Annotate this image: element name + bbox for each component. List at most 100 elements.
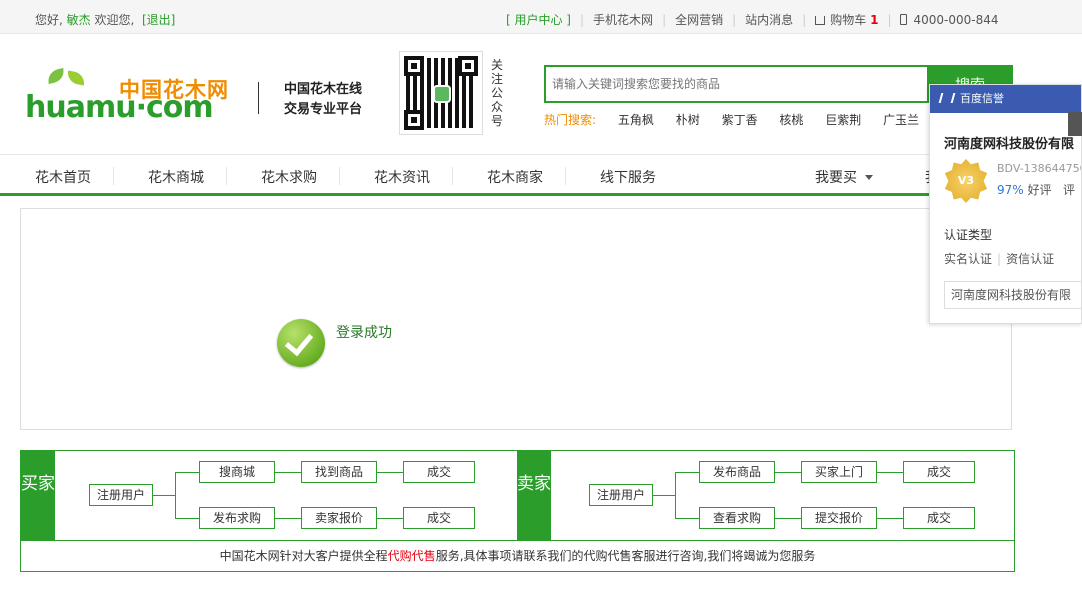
messages-link[interactable]: 站内消息 bbox=[745, 11, 793, 28]
buyer-label: 买家 bbox=[21, 451, 55, 540]
mobile-site-link[interactable]: 手机花木网 bbox=[593, 11, 653, 28]
qr-code bbox=[399, 51, 483, 135]
seller-step-box: 发布商品 bbox=[699, 461, 775, 483]
hot-keyword[interactable]: 广玉兰 bbox=[883, 113, 919, 127]
nav-item-offline[interactable]: 线下服务 bbox=[600, 167, 656, 187]
note-prefix: 中国花木网针对大客户提供全程 bbox=[219, 549, 388, 563]
nav-item-merchants[interactable]: 花木商家 bbox=[487, 167, 543, 187]
buyer-step-box: 找到商品 bbox=[301, 461, 377, 483]
qr-caption: 关注公众号 bbox=[491, 58, 504, 128]
agency-service-link[interactable]: 代购代售 bbox=[388, 549, 436, 563]
logo-en: huamu·com bbox=[25, 90, 214, 125]
buyer-step-box: 卖家报价 bbox=[301, 507, 377, 529]
cert-types: 实名认证 | 资信认证 bbox=[944, 250, 1054, 267]
seller-step-box: 买家上门 bbox=[801, 461, 877, 483]
buyer-step-box: 搜商城 bbox=[199, 461, 275, 483]
leaf-icon bbox=[45, 67, 67, 85]
seller-register-box: 注册用户 bbox=[589, 484, 653, 506]
cart-icon bbox=[815, 16, 826, 25]
rating: 97% 好评 评 bbox=[997, 181, 1075, 198]
flow-line bbox=[153, 495, 175, 496]
divider: | bbox=[662, 12, 667, 27]
hot-keyword[interactable]: 五角枫 bbox=[618, 113, 654, 127]
note-suffix: 服务,具体事项请联系我们的代购代售客服进行咨询,我们将竭诚为您服务 bbox=[435, 549, 816, 563]
logout-link[interactable]: [退出] bbox=[142, 13, 175, 27]
site-logo[interactable]: 中国花木网 huamu·com bbox=[25, 67, 240, 125]
hot-keyword[interactable]: 核桃 bbox=[779, 113, 803, 127]
cart-link[interactable]: 购物车 1 bbox=[815, 11, 878, 28]
rating-percent: 97% bbox=[997, 183, 1024, 197]
nav-buy-label: 我要买 bbox=[815, 170, 857, 186]
phone-number: 4000-000-844 bbox=[913, 12, 999, 27]
main-nav: 花木首页 花木商城 花木求购 花木资讯 花木商家 线下服务 我要买 我 bbox=[0, 154, 1082, 196]
qr-corner bbox=[458, 56, 478, 76]
rating-more: 评 bbox=[1062, 183, 1075, 197]
baidu-credit-widget[interactable]: 百度信誉 河南度网科技股份有限 V3 BDV-138644750 97% 好评 … bbox=[929, 84, 1082, 324]
flow-line bbox=[275, 518, 301, 519]
logo-divider bbox=[258, 82, 259, 114]
seller-step-box: 成交 bbox=[903, 461, 975, 483]
flow-line bbox=[877, 472, 903, 473]
buyer-step-box: 成交 bbox=[403, 507, 475, 529]
phone-icon bbox=[900, 13, 908, 25]
flow-line bbox=[175, 518, 199, 519]
qr-corner bbox=[404, 56, 424, 76]
wechat-icon bbox=[433, 85, 451, 103]
flow-line bbox=[377, 472, 403, 473]
divider: | bbox=[887, 12, 892, 27]
top-links: [ 用户中心 ] | 手机花木网 | 全网营销 | 站内消息 | 购物车 1 |… bbox=[506, 11, 999, 28]
nav-divider bbox=[226, 167, 227, 185]
qr-corner bbox=[404, 110, 424, 130]
agency-service-note: 中国花木网针对大客户提供全程代购代售服务,具体事项请联系我们的代购代售客服进行咨… bbox=[21, 540, 1014, 571]
top-bar: 您好, 敏杰 欢迎您, [退出] [ 用户中心 ] | 手机花木网 | 全网营销… bbox=[0, 0, 1082, 34]
user-center-link[interactable]: [ 用户中心 ] bbox=[506, 11, 571, 28]
nav-divider bbox=[113, 167, 114, 185]
company-name: 河南度网科技股份有限 bbox=[944, 137, 1075, 152]
divider: | bbox=[732, 12, 737, 27]
divider: | bbox=[997, 252, 1002, 266]
username-link[interactable]: 敏杰 bbox=[67, 13, 91, 27]
hot-keyword[interactable]: 紫丁香 bbox=[722, 113, 758, 127]
flow-line bbox=[675, 472, 699, 473]
bdv-number: BDV-138644750 bbox=[997, 162, 1082, 175]
hot-keyword[interactable]: 巨紫荆 bbox=[825, 113, 861, 127]
slogan-line-1: 中国花木在线 bbox=[284, 82, 363, 97]
cert-credit: 资信认证 bbox=[1006, 252, 1055, 266]
baidu-credit-header: 百度信誉 bbox=[930, 85, 1081, 113]
nav-item-news[interactable]: 花木资讯 bbox=[374, 167, 430, 187]
buyer-register-box: 注册用户 bbox=[89, 484, 153, 506]
flow-line bbox=[675, 518, 699, 519]
flow-line bbox=[775, 518, 801, 519]
trade-flow: 买家 注册用户 搜商城 找到商品 成交 发布求购 卖家报价 成交 卖家 注册用户… bbox=[20, 450, 1015, 572]
buyer-step-box: 发布求购 bbox=[199, 507, 275, 529]
flow-line bbox=[653, 495, 675, 496]
flow-line bbox=[175, 472, 199, 473]
nav-buy-dropdown[interactable]: 我要买 bbox=[815, 167, 873, 187]
hot-keyword[interactable]: 朴树 bbox=[676, 113, 700, 127]
nav-divider bbox=[339, 167, 340, 185]
flow-line bbox=[877, 518, 903, 519]
phone-info: 4000-000-844 bbox=[900, 12, 999, 27]
greeting-area: 您好, 敏杰 欢迎您, [退出] bbox=[35, 11, 175, 28]
nav-item-home[interactable]: 花木首页 bbox=[35, 167, 91, 187]
scroll-handle[interactable] bbox=[1068, 112, 1082, 136]
seller-step-box: 提交报价 bbox=[801, 507, 877, 529]
hot-searches: 热门搜索: 五角枫 朴树 紫丁香 核桃 巨紫荆 广玉兰 秋 bbox=[544, 111, 971, 128]
check-circle-icon bbox=[277, 319, 325, 367]
slogan-line-2: 交易专业平台 bbox=[284, 102, 363, 117]
search-input[interactable] bbox=[544, 65, 927, 103]
nav-item-purchase[interactable]: 花木求购 bbox=[261, 167, 317, 187]
login-success-message: 登录成功 bbox=[336, 325, 392, 341]
greeting-text: 您好, bbox=[35, 13, 63, 27]
cert-real-name: 实名认证 bbox=[944, 252, 993, 266]
hot-search-label: 热门搜索: bbox=[544, 113, 597, 127]
cart-count: 1 bbox=[870, 13, 879, 27]
marketing-link[interactable]: 全网营销 bbox=[675, 11, 723, 28]
nav-divider bbox=[452, 167, 453, 185]
slogan: 中国花木在线 交易专业平台 bbox=[284, 80, 362, 120]
cert-type-title: 认证类型 bbox=[944, 228, 993, 242]
v3-badge-icon: V3 bbox=[944, 159, 988, 203]
nav-item-mall[interactable]: 花木商城 bbox=[148, 167, 204, 187]
flow-line bbox=[377, 518, 403, 519]
flow-line bbox=[275, 472, 301, 473]
